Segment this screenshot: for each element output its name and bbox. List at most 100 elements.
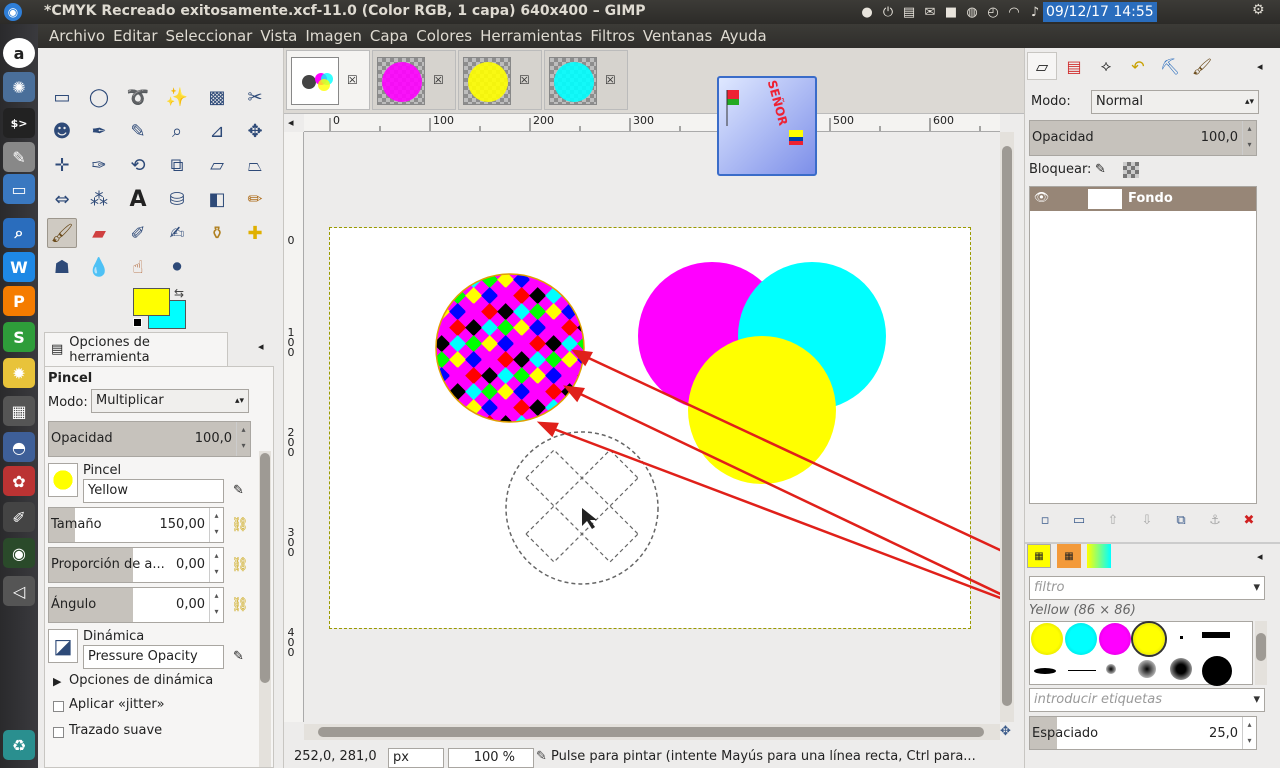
- launcher-amazon[interactable]: a: [3, 38, 35, 68]
- angle-reset-icon[interactable]: ⛓: [231, 597, 249, 615]
- move-icon[interactable]: ✥: [240, 116, 270, 146]
- default-colors-icon[interactable]: [133, 318, 142, 327]
- brush-ellipse[interactable]: [1034, 668, 1056, 674]
- image-canvas[interactable]: [329, 227, 971, 629]
- close-tab-icon[interactable]: ☒: [347, 73, 358, 87]
- stop-icon[interactable]: ■: [942, 3, 960, 21]
- spacing-spin[interactable]: ▴ ▾: [1242, 717, 1256, 749]
- text-icon[interactable]: A: [123, 184, 153, 214]
- raise-layer-icon[interactable]: ⇧: [1103, 510, 1123, 530]
- jitter-checkbox[interactable]: [53, 701, 64, 712]
- align-icon[interactable]: ✛: [47, 150, 77, 180]
- launcher-tools-icon[interactable]: ✐: [3, 502, 35, 532]
- opacity-spin[interactable]: ▴ ▾: [236, 422, 250, 456]
- ratio-slider[interactable]: Proporción de a... 0,00 ▴ ▾: [48, 547, 224, 583]
- heal-icon[interactable]: ✚: [240, 218, 270, 248]
- paintbrush-icon[interactable]: 🖌: [47, 218, 77, 248]
- angle-slider[interactable]: Ángulo 0,00 ▴ ▾: [48, 587, 224, 623]
- dock-menu-icon[interactable]: ◂: [1257, 550, 1263, 563]
- tab-image-cmyk[interactable]: ☒: [286, 50, 370, 110]
- launcher-store-icon[interactable]: ◓: [3, 432, 35, 462]
- size-slider[interactable]: Tamaño 150,00 ▴ ▾: [48, 507, 224, 543]
- scissors-icon[interactable]: ✂: [240, 82, 270, 112]
- clock[interactable]: 09/12/17 14:55: [1043, 2, 1157, 22]
- power-icon[interactable]: ⏻: [879, 3, 897, 21]
- tab-tool-options[interactable]: ▤ Opciones de herramienta: [44, 332, 228, 366]
- quick-mask-menu-icon[interactable]: ◂: [288, 116, 302, 130]
- perspective-icon[interactable]: ⏢: [240, 150, 270, 180]
- duplicate-layer-icon[interactable]: ⧉: [1171, 510, 1191, 530]
- layer-mode-select[interactable]: Normal ▴▾: [1091, 90, 1259, 114]
- ellipse-select-icon[interactable]: ◯: [84, 82, 114, 112]
- unit-select[interactable]: px: [388, 748, 444, 768]
- ratio-spin[interactable]: ▴ ▾: [209, 548, 223, 582]
- floating-preview-window[interactable]: MI SEÑOR: [717, 59, 817, 176]
- close-tab-icon[interactable]: ☒: [605, 73, 616, 87]
- horizontal-scrollbar[interactable]: [304, 724, 1000, 740]
- launcher-search-icon[interactable]: ⌕: [3, 218, 35, 248]
- lock-pixels-icon[interactable]: ✎: [1095, 162, 1106, 177]
- menu-herramientas[interactable]: Herramientas: [476, 24, 586, 48]
- timer-icon[interactable]: ◴: [984, 3, 1002, 21]
- launcher-writer[interactable]: W: [3, 252, 35, 282]
- perspective-clone-icon[interactable]: ☗: [47, 252, 77, 282]
- gradient-icon[interactable]: ◧: [202, 184, 232, 214]
- zoom-select[interactable]: 100 %: [448, 748, 534, 768]
- brush-yellow-1[interactable]: [1031, 623, 1063, 655]
- h-scroll-thumb[interactable]: [318, 727, 984, 737]
- tab-image-yellow[interactable]: ☒: [458, 50, 542, 110]
- smudge-icon[interactable]: ☝: [123, 252, 153, 282]
- layer-group-icon[interactable]: ▭: [1069, 510, 1089, 530]
- launcher-trash-icon[interactable]: ♻: [3, 730, 35, 760]
- paths-icon[interactable]: ✒: [84, 116, 114, 146]
- brush-fuzzy-small[interactable]: [1106, 664, 1116, 674]
- menu-ventanas[interactable]: Ventanas: [639, 24, 716, 48]
- menu-editar[interactable]: Editar: [109, 24, 161, 48]
- size-spin[interactable]: ▴ ▾: [209, 508, 223, 542]
- close-tab-icon[interactable]: ☒: [433, 73, 444, 87]
- brush-tags-input[interactable]: introducir etiquetas ▾: [1029, 688, 1265, 712]
- options-scrollbar[interactable]: [259, 451, 271, 767]
- menu-ayuda[interactable]: Ayuda: [716, 24, 770, 48]
- layer-name[interactable]: Fondo: [1128, 191, 1173, 206]
- angle-spin[interactable]: ▴ ▾: [209, 588, 223, 622]
- tab-patterns-icon[interactable]: ▦: [1057, 544, 1081, 568]
- tab-image-cyan[interactable]: ☒: [544, 50, 628, 110]
- menu-seleccionar[interactable]: Seleccionar: [162, 24, 257, 48]
- menu-colores[interactable]: Colores: [412, 24, 476, 48]
- rotate-icon[interactable]: ⟲: [123, 150, 153, 180]
- brush-filter-input[interactable]: filtro ▾: [1029, 576, 1265, 600]
- tab-device-icon[interactable]: ⛏: [1155, 52, 1185, 80]
- blur-icon[interactable]: 💧: [84, 252, 114, 282]
- brush-hard-large[interactable]: [1202, 656, 1232, 686]
- dynamics-options-expander[interactable]: Opciones de dinámica: [69, 673, 213, 688]
- expander-icon[interactable]: ▶: [53, 675, 61, 688]
- session-gear-icon[interactable]: ⚙: [1252, 2, 1265, 18]
- brushes-scroll-thumb[interactable]: [1256, 633, 1266, 661]
- anchor-layer-icon[interactable]: ⚓: [1205, 510, 1225, 530]
- launcher-gimp-icon[interactable]: ✿: [3, 466, 35, 496]
- close-tab-icon[interactable]: ☒: [519, 73, 530, 87]
- record-icon[interactable]: ●: [858, 3, 876, 21]
- dynamics-preview-icon[interactable]: ◪: [48, 629, 78, 663]
- tab-brushes-icon[interactable]: ▦: [1027, 544, 1051, 568]
- brush-fuzzy-large[interactable]: [1170, 658, 1192, 680]
- visibility-eye-icon[interactable]: 👁: [1034, 190, 1049, 204]
- edit-dynamics-icon[interactable]: ✎: [233, 649, 244, 664]
- launcher-settings-icon[interactable]: ✹: [3, 358, 35, 388]
- airbrush-icon[interactable]: ✐: [123, 218, 153, 248]
- rect-select-icon[interactable]: ▭: [47, 82, 77, 112]
- brushes-scrollbar[interactable]: [1255, 621, 1267, 685]
- mail-icon[interactable]: ✉: [921, 3, 939, 21]
- brush-field[interactable]: Yellow: [83, 479, 224, 503]
- menu-filtros[interactable]: Filtros: [586, 24, 639, 48]
- brush-cyan[interactable]: [1065, 623, 1097, 655]
- tab-paths-icon[interactable]: ⟡: [1091, 52, 1121, 80]
- shear-icon[interactable]: ▱: [202, 150, 232, 180]
- color-picker-icon[interactable]: ✎: [123, 116, 153, 146]
- color-select-icon[interactable]: ▩: [202, 82, 232, 112]
- measure-icon[interactable]: ⊿: [202, 116, 232, 146]
- foreground-select-icon[interactable]: ☻: [47, 116, 77, 146]
- ink-icon[interactable]: ✍: [162, 218, 192, 248]
- dash-icon[interactable]: ◉: [4, 3, 22, 21]
